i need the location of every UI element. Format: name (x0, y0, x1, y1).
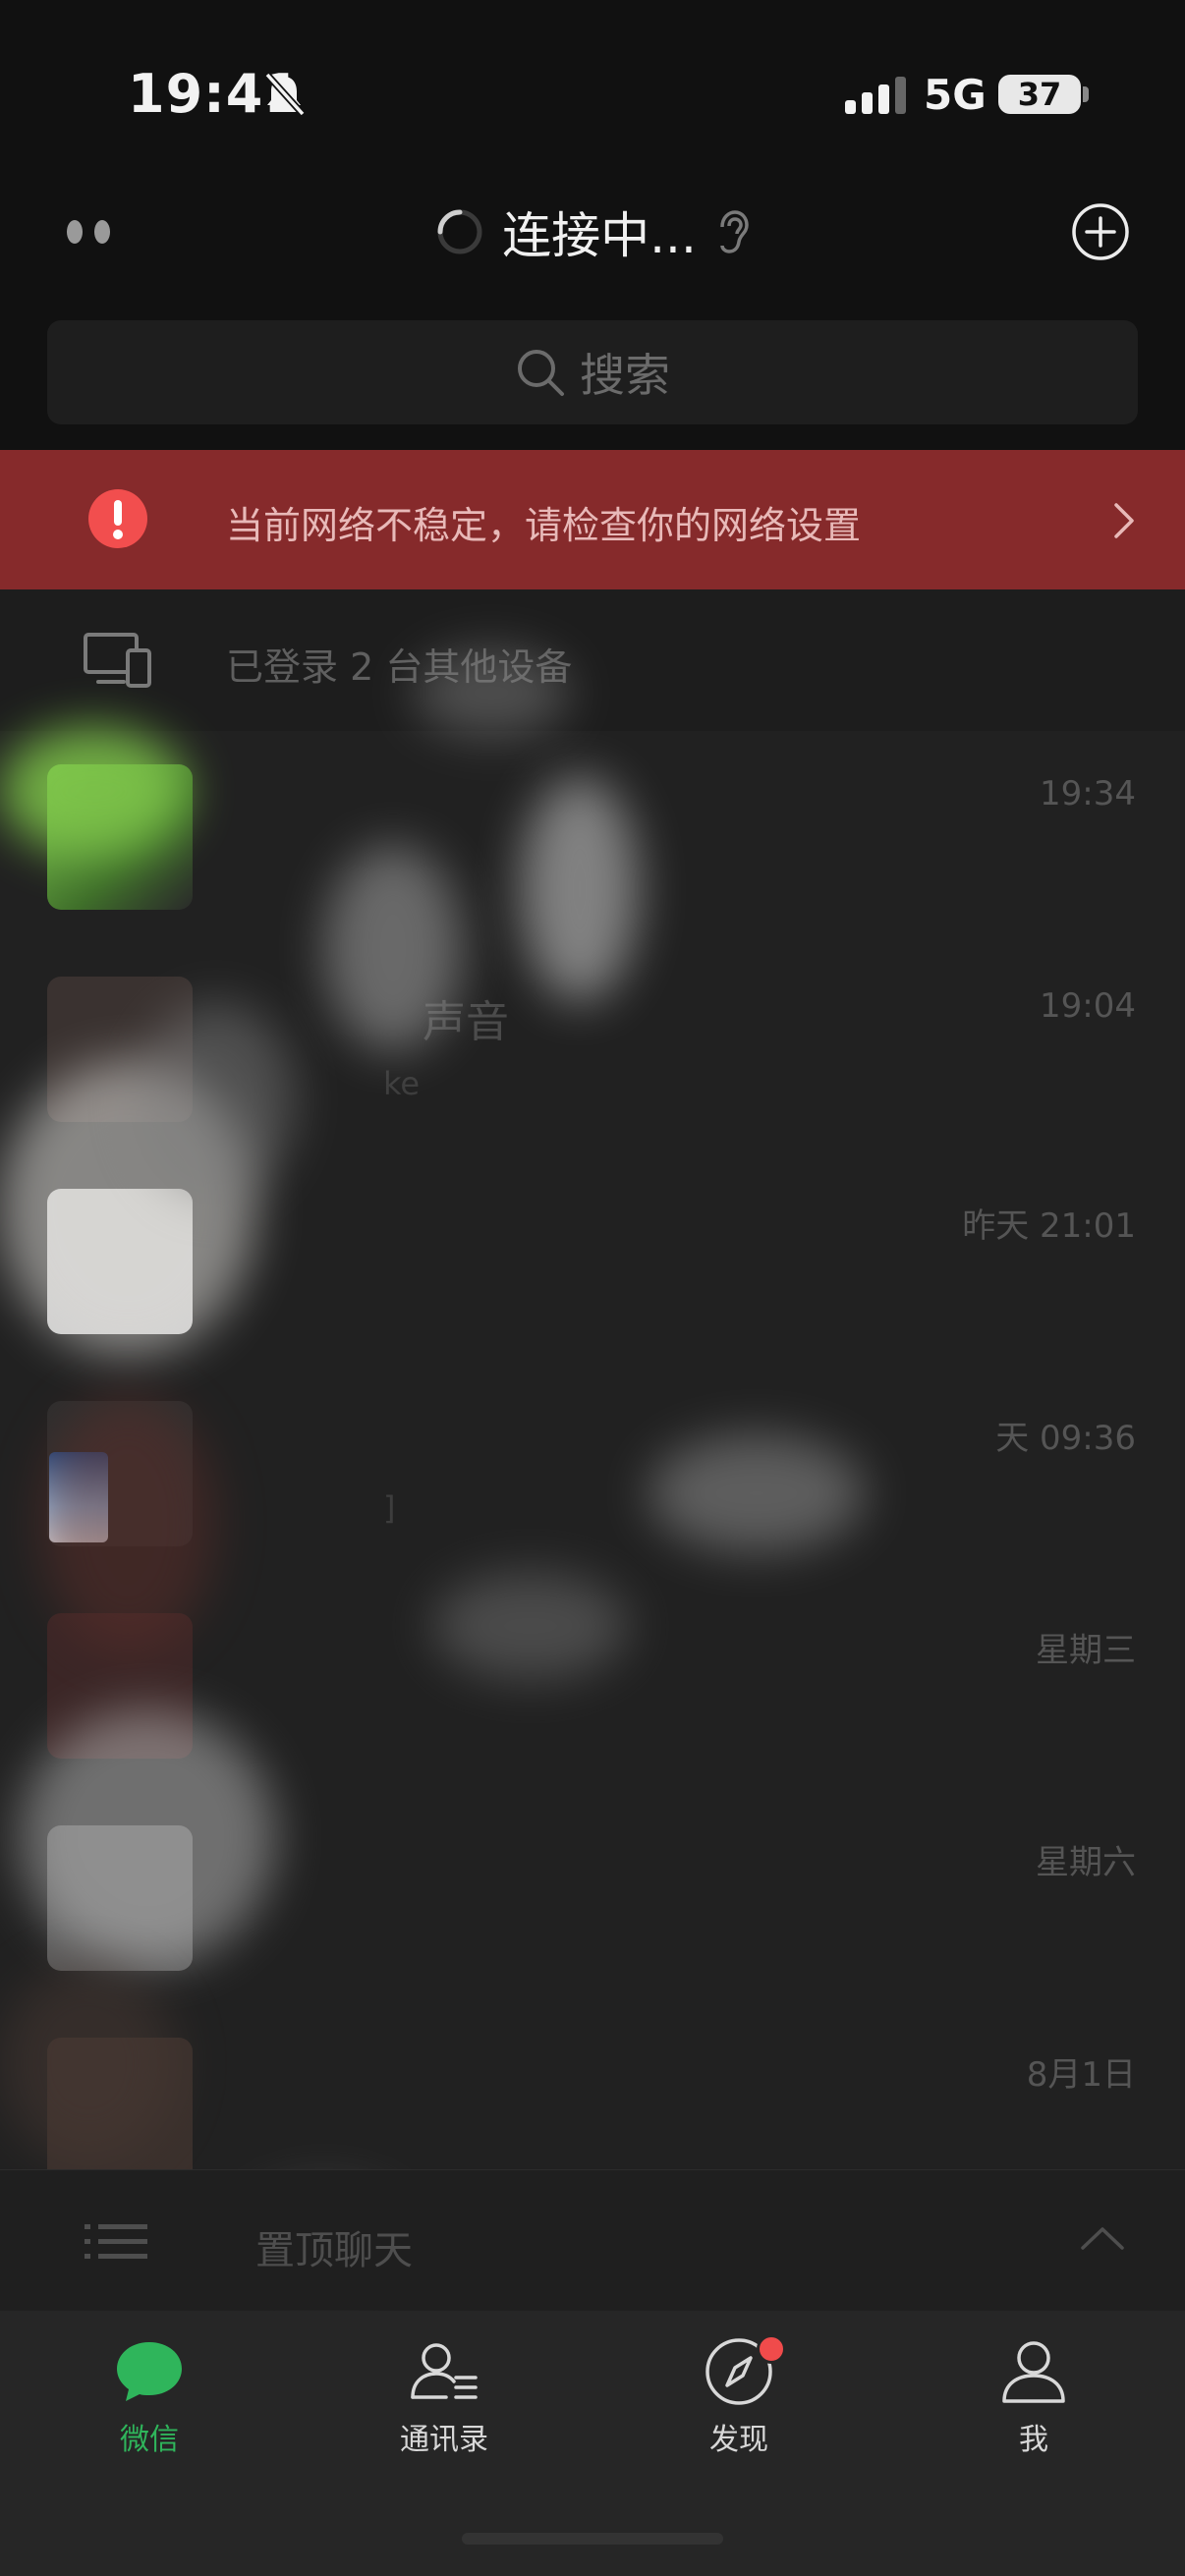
avatar (47, 1189, 193, 1334)
tab-label: 微信 (120, 2423, 179, 2457)
chat-time: 19:34 (1040, 774, 1136, 813)
chat-list-item[interactable]: 天 09:36 ] (0, 1368, 1185, 1581)
wechat-screen: 19:41 5G 37 连接中... 搜索 当前网络不稳定，请检查你的网络设置 … (0, 0, 1185, 2576)
chat-time: 天 09:36 (995, 1419, 1136, 1458)
add-button[interactable] (1071, 202, 1130, 261)
tab-discover[interactable]: 发现 (641, 2334, 837, 2472)
tab-label: 通讯录 (400, 2423, 488, 2457)
avatar (47, 977, 193, 1122)
chat-time: 星期六 (1036, 1843, 1136, 1882)
devices-icon (84, 633, 151, 688)
discover-badge (757, 2334, 786, 2364)
chat-list-item[interactable]: 昨天 21:01 (0, 1155, 1185, 1369)
chat-list-item[interactable]: 星期三 (0, 1580, 1185, 1793)
image-thumbnail (49, 1452, 108, 1542)
chat-list-item[interactable]: 19:34 (0, 731, 1185, 944)
search-icon (518, 350, 564, 396)
logged-in-devices-text: 已登录 2 台其他设备 (226, 645, 573, 689)
folded-chats-row[interactable] (0, 2169, 1185, 2310)
exclamation-icon (88, 489, 147, 548)
loading-spinner-icon (437, 209, 482, 254)
chat-list-item[interactable]: 声音 19:04 ke (0, 943, 1185, 1156)
home-indicator[interactable] (462, 2533, 723, 2545)
ear-icon (720, 210, 749, 253)
avatar (47, 1825, 193, 1971)
chat-bubble-icon (117, 2342, 182, 2401)
avatar (47, 2038, 193, 2183)
tab-contacts[interactable]: 通讯录 (346, 2334, 542, 2472)
chat-preview: ke (383, 1065, 421, 1102)
chat-list-item[interactable]: 8月1日 (0, 2004, 1185, 2183)
tab-chats[interactable]: 微信 (51, 2334, 248, 2472)
nav-title-group: 连接中... (0, 193, 1185, 271)
search-placeholder: 搜索 (580, 349, 670, 402)
search-bar[interactable]: 搜索 (47, 320, 1138, 424)
chat-preview: ] (383, 1489, 396, 1527)
tab-label: 发现 (709, 2423, 768, 2457)
list-icon (85, 2224, 147, 2259)
folded-chats-label: 置顶聊天 (255, 2228, 413, 2273)
chat-time: 19:04 (1040, 986, 1136, 1026)
person-icon (1002, 2341, 1065, 2403)
chevron-up-icon[interactable] (1079, 2224, 1126, 2252)
avatar (47, 1613, 193, 1759)
chat-time: 8月1日 (1026, 2055, 1136, 2095)
chevron-right-icon (1114, 503, 1134, 538)
tab-me[interactable]: 我 (935, 2334, 1132, 2472)
battery-cap (1083, 86, 1089, 102)
avatar (47, 764, 193, 910)
page-title: 连接中... (502, 207, 697, 264)
network-alert-text: 当前网络不稳定，请检查你的网络设置 (226, 504, 862, 547)
battery-indicator: 37 (998, 75, 1081, 114)
bell-muted-icon (264, 72, 306, 117)
tab-label: 我 (1019, 2423, 1048, 2457)
signal-icon (845, 77, 906, 114)
chat-time: 昨天 21:01 (962, 1206, 1136, 1246)
chat-list-item[interactable]: 星期六 (0, 1792, 1185, 2005)
status-bar: 19:41 5G 37 (0, 0, 1185, 187)
chat-name: 声音 (423, 997, 509, 1047)
contacts-icon (411, 2343, 478, 2399)
chat-time: 星期三 (1036, 1631, 1136, 1670)
network-type: 5G (924, 71, 987, 119)
logged-in-devices-row[interactable] (0, 589, 1185, 732)
